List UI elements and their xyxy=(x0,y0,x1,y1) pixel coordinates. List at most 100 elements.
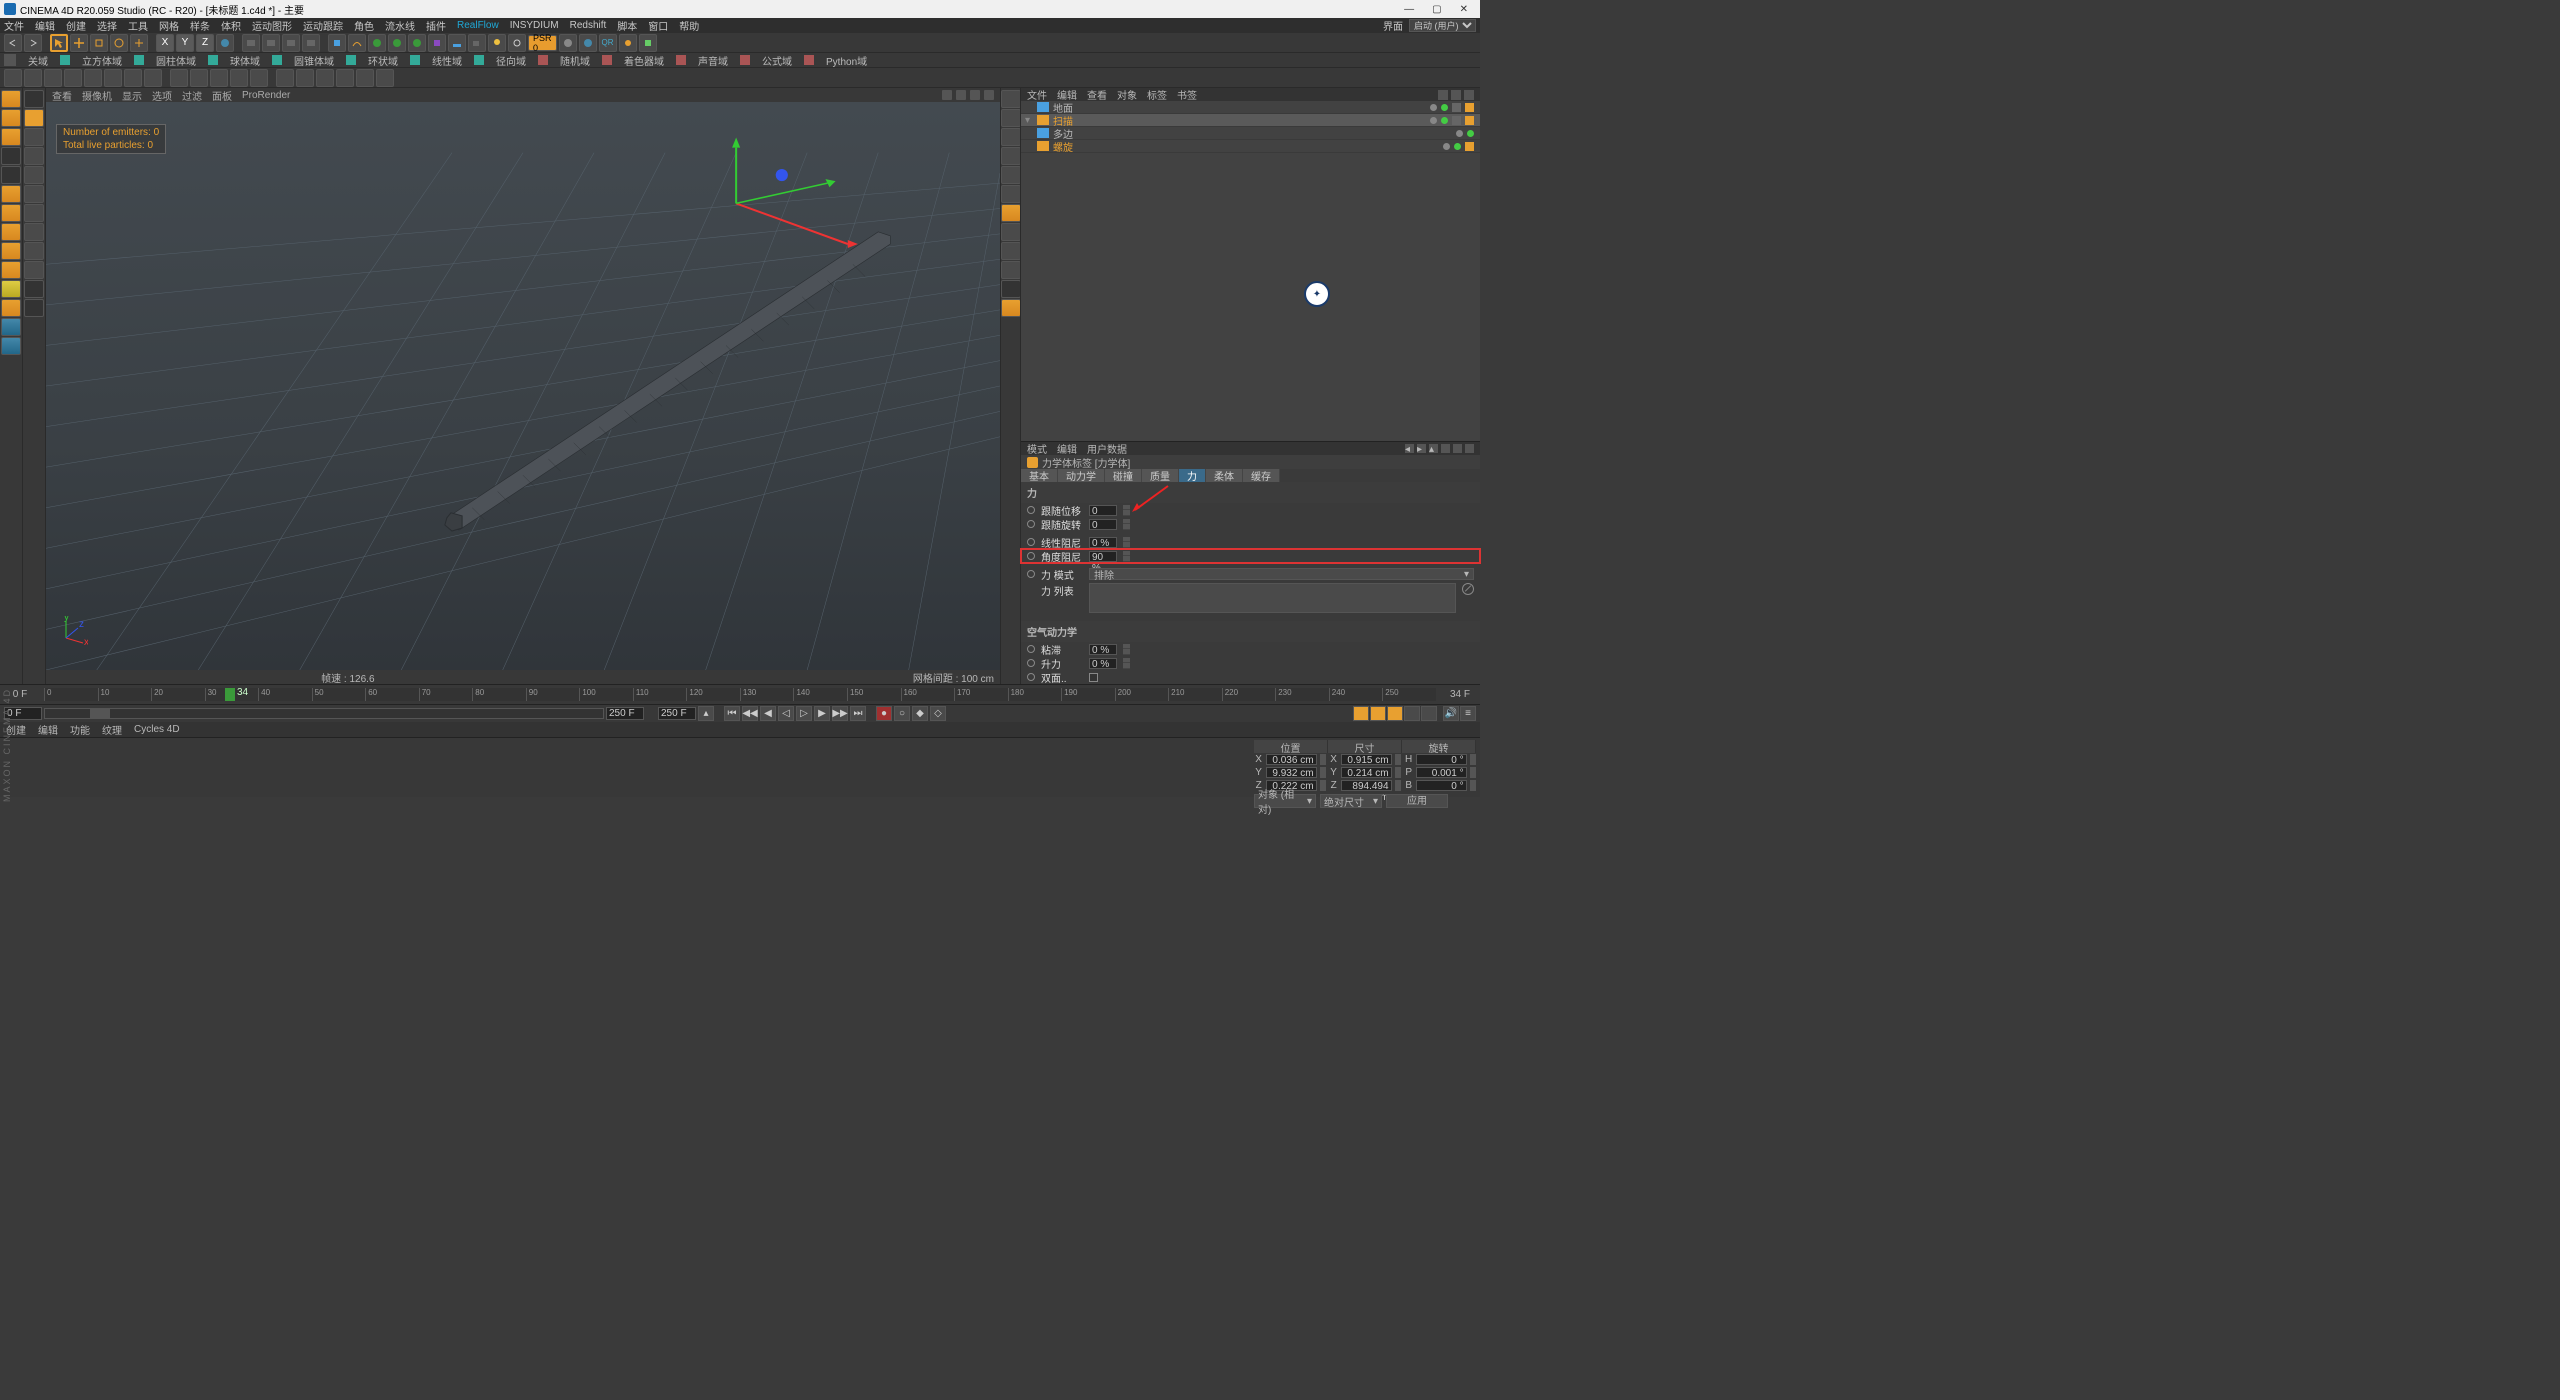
follow-rot-input[interactable]: 0 xyxy=(1089,519,1117,530)
am-new-icon[interactable] xyxy=(1453,444,1462,453)
render-settings-button[interactable] xyxy=(302,34,320,52)
vp-nav-icon[interactable] xyxy=(970,90,980,100)
spinner[interactable] xyxy=(1123,551,1130,562)
spinner[interactable] xyxy=(1395,754,1401,765)
end-frame-field[interactable]: 250 F xyxy=(606,707,644,720)
pal-2[interactable]: 圆柱体域 xyxy=(152,53,200,68)
rec-pla-button[interactable] xyxy=(1421,706,1437,721)
t3-15[interactable] xyxy=(316,69,334,87)
options-button[interactable]: ≡ xyxy=(1460,706,1476,721)
ls2-7[interactable] xyxy=(24,223,44,241)
subtab-softbody[interactable]: 柔体 xyxy=(1206,469,1243,482)
autokey-button[interactable]: ○ xyxy=(894,706,910,721)
menu-plugins[interactable]: 插件 xyxy=(426,18,446,33)
rec-scale-button[interactable] xyxy=(1370,706,1386,721)
ls1-2[interactable] xyxy=(1,128,21,146)
menu-mograph[interactable]: 运动图形 xyxy=(252,18,292,33)
goto-end-button[interactable]: ⏭ xyxy=(850,706,866,721)
t3-1[interactable] xyxy=(24,69,42,87)
tool-qr[interactable]: QR xyxy=(599,34,617,52)
am-nav-next-icon[interactable]: ▸ xyxy=(1417,444,1426,453)
layout-select[interactable]: 启动 (用户) xyxy=(1409,19,1476,32)
axis-z-button[interactable]: Z xyxy=(196,34,214,52)
add-spline-button[interactable] xyxy=(348,34,366,52)
pal-4[interactable]: 圆锥体域 xyxy=(290,53,338,68)
spinner[interactable]: ▴ xyxy=(698,706,714,721)
angular-damp-input[interactable]: 90 % xyxy=(1089,551,1117,562)
t3-4[interactable] xyxy=(84,69,102,87)
pal-10[interactable]: 声音域 xyxy=(694,53,732,68)
rot-b-input[interactable]: 0 ° xyxy=(1416,780,1466,791)
menu-select[interactable]: 选择 xyxy=(97,18,117,33)
recent-tool[interactable] xyxy=(130,34,148,52)
undo-button[interactable] xyxy=(4,34,22,52)
anim-dot-icon[interactable] xyxy=(1027,659,1035,667)
anim-dot-icon[interactable] xyxy=(1027,520,1035,528)
drag-input[interactable]: 0 % xyxy=(1089,644,1117,655)
t3-16[interactable] xyxy=(336,69,354,87)
vpm-5[interactable]: 面板 xyxy=(212,88,232,103)
rs-9[interactable] xyxy=(1001,261,1021,279)
rs-0[interactable] xyxy=(1001,90,1021,108)
spinner[interactable] xyxy=(1123,658,1130,669)
spinner[interactable] xyxy=(1395,780,1401,791)
t3-10[interactable] xyxy=(210,69,228,87)
menu-file[interactable]: 文件 xyxy=(4,18,24,33)
psr-button[interactable]: PSR0 xyxy=(528,35,557,51)
anim-dot-icon[interactable] xyxy=(1027,506,1035,514)
rs-3[interactable] xyxy=(1001,147,1021,165)
menu-spline[interactable]: 样条 xyxy=(190,18,210,33)
ls1-6[interactable] xyxy=(1,204,21,222)
t3-8[interactable] xyxy=(170,69,188,87)
material-manager[interactable] xyxy=(0,738,1250,797)
add-light-button[interactable] xyxy=(488,34,506,52)
anim-dot-icon[interactable] xyxy=(1027,538,1035,546)
redo-button[interactable] xyxy=(24,34,42,52)
doublesided-check[interactable] xyxy=(1089,673,1098,682)
rs-7[interactable] xyxy=(1001,223,1021,241)
ls2-10[interactable] xyxy=(24,280,44,298)
lift-input[interactable]: 0 % xyxy=(1089,658,1117,669)
add-null-button[interactable] xyxy=(508,34,526,52)
am-nav-prev-icon[interactable]: ◂ xyxy=(1405,444,1414,453)
ls2-2[interactable] xyxy=(24,128,44,146)
axis-x-button[interactable]: X xyxy=(156,34,174,52)
ls2-5[interactable] xyxy=(24,185,44,203)
tool-c[interactable] xyxy=(619,34,637,52)
render-region-button[interactable] xyxy=(262,34,280,52)
ls2-11[interactable] xyxy=(24,299,44,317)
t3-5[interactable] xyxy=(104,69,122,87)
size-y-input[interactable]: 0.214 cm xyxy=(1341,767,1391,778)
add-cube-button[interactable] xyxy=(328,34,346,52)
add-subdiv-button[interactable] xyxy=(388,34,406,52)
keyopt-button[interactable]: ◇ xyxy=(930,706,946,721)
spinner[interactable] xyxy=(1123,519,1130,530)
ls2-0[interactable] xyxy=(24,90,44,108)
rot-h-input[interactable]: 0 ° xyxy=(1416,754,1466,765)
add-array-button[interactable] xyxy=(408,34,426,52)
rs-11[interactable] xyxy=(1001,299,1021,317)
axis-y-button[interactable]: Y xyxy=(176,34,194,52)
pal-5[interactable]: 环状域 xyxy=(364,53,402,68)
vp-nav-icon[interactable] xyxy=(956,90,966,100)
spinner[interactable] xyxy=(1123,644,1130,655)
pal-3[interactable]: 球体域 xyxy=(226,53,264,68)
t3-6[interactable] xyxy=(124,69,142,87)
tool-a[interactable] xyxy=(559,34,577,52)
play-back-button[interactable]: ◁ xyxy=(778,706,794,721)
rotate-tool[interactable] xyxy=(110,34,128,52)
tool-d[interactable] xyxy=(639,34,657,52)
menu-motiontrack[interactable]: 运动跟踪 xyxy=(303,18,343,33)
t3-2[interactable] xyxy=(44,69,62,87)
ls1-12[interactable] xyxy=(1,318,21,336)
vp-nav-icon[interactable] xyxy=(984,90,994,100)
anim-dot-icon[interactable] xyxy=(1027,673,1035,681)
force-mode-select[interactable]: 排除▾ xyxy=(1089,568,1474,580)
spinner[interactable] xyxy=(1395,767,1401,778)
pal-7[interactable]: 径向域 xyxy=(492,53,530,68)
minimize-button[interactable]: — xyxy=(1404,4,1414,15)
vp-nav-icon[interactable] xyxy=(942,90,952,100)
rs-4[interactable] xyxy=(1001,166,1021,184)
t3-17[interactable] xyxy=(356,69,374,87)
anim-dot-icon[interactable] xyxy=(1027,552,1035,560)
